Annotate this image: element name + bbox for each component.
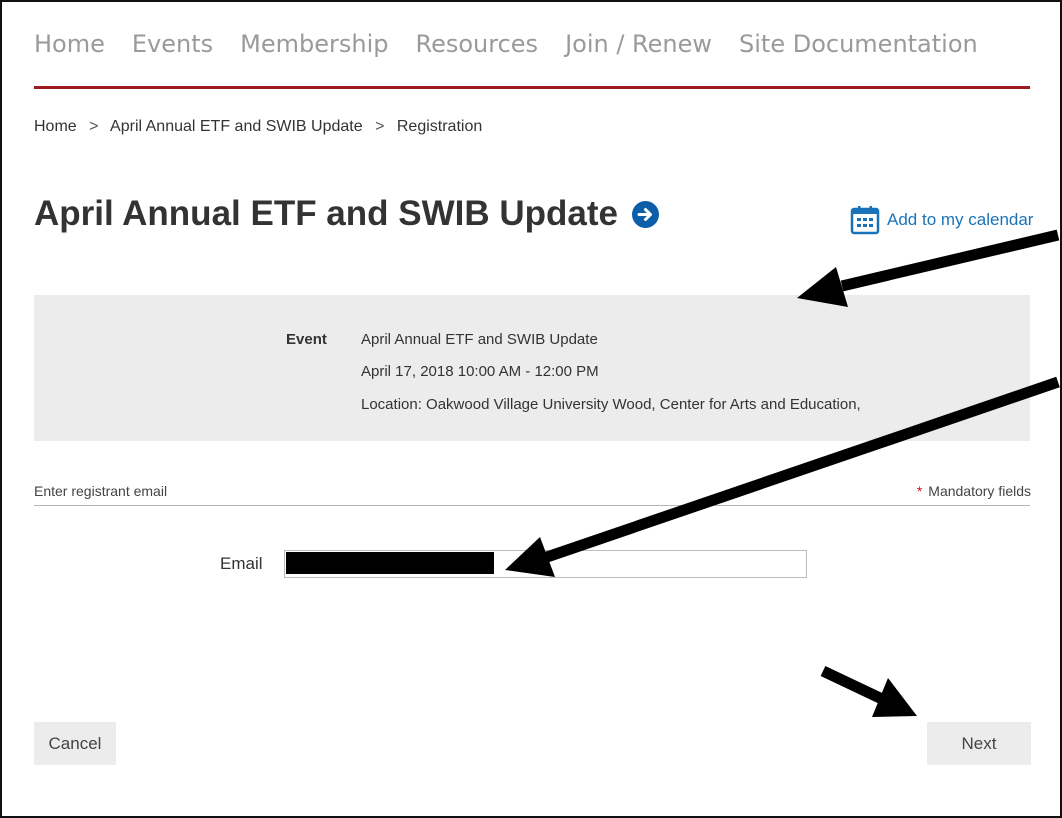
event-label: Event: [286, 331, 327, 348]
page-viewport: Home Events Membership Resources Join / …: [2, 2, 1060, 816]
calendar-icon: [850, 206, 880, 235]
required-star: *: [916, 483, 923, 499]
redaction-bar: [286, 552, 494, 574]
mandatory-label: Mandatory fields: [928, 483, 1031, 499]
add-to-calendar-link[interactable]: Add to my calendar: [849, 204, 1033, 236]
nav-item-resources[interactable]: Resources: [415, 30, 538, 58]
next-button[interactable]: Next: [927, 722, 1031, 765]
event-datetime: April 17, 2018 10:00 AM - 12:00 PM: [361, 363, 599, 380]
add-to-calendar-label: Add to my calendar: [887, 210, 1034, 229]
event-location: Location: Oakwood Village University Woo…: [361, 396, 861, 413]
event-name: April Annual ETF and SWIB Update: [361, 331, 598, 348]
breadcrumb-separator: >: [375, 118, 385, 135]
nav-item-join-renew[interactable]: Join / Renew: [565, 30, 712, 58]
mandatory-note: * Mandatory fields: [917, 483, 1031, 499]
nav-item-site-documentation[interactable]: Site Documentation: [739, 30, 978, 58]
nav-item-membership[interactable]: Membership: [240, 30, 388, 58]
page-title: April Annual ETF and SWIB Update: [34, 194, 659, 234]
section-divider: [34, 505, 1030, 506]
breadcrumb-event[interactable]: April Annual ETF and SWIB Update: [110, 118, 363, 135]
main-nav: Home Events Membership Resources Join / …: [34, 30, 1005, 58]
breadcrumb-current: Registration: [396, 118, 483, 135]
annotation-arrow-next: [820, 666, 917, 717]
nav-item-events[interactable]: Events: [132, 30, 213, 58]
nav-item-home[interactable]: Home: [34, 30, 105, 58]
email-label: Email: [220, 554, 263, 573]
breadcrumb: Home > April Annual ETF and SWIB Update …: [34, 118, 482, 136]
nav-divider: [34, 86, 1030, 89]
breadcrumb-home[interactable]: Home: [34, 118, 77, 135]
section-label: Enter registrant email: [34, 483, 168, 499]
breadcrumb-separator: >: [89, 118, 99, 135]
cancel-button[interactable]: Cancel: [34, 722, 116, 765]
arrow-right-circle-icon[interactable]: [631, 200, 659, 228]
page-title-text: April Annual ETF and SWIB Update: [34, 194, 618, 233]
